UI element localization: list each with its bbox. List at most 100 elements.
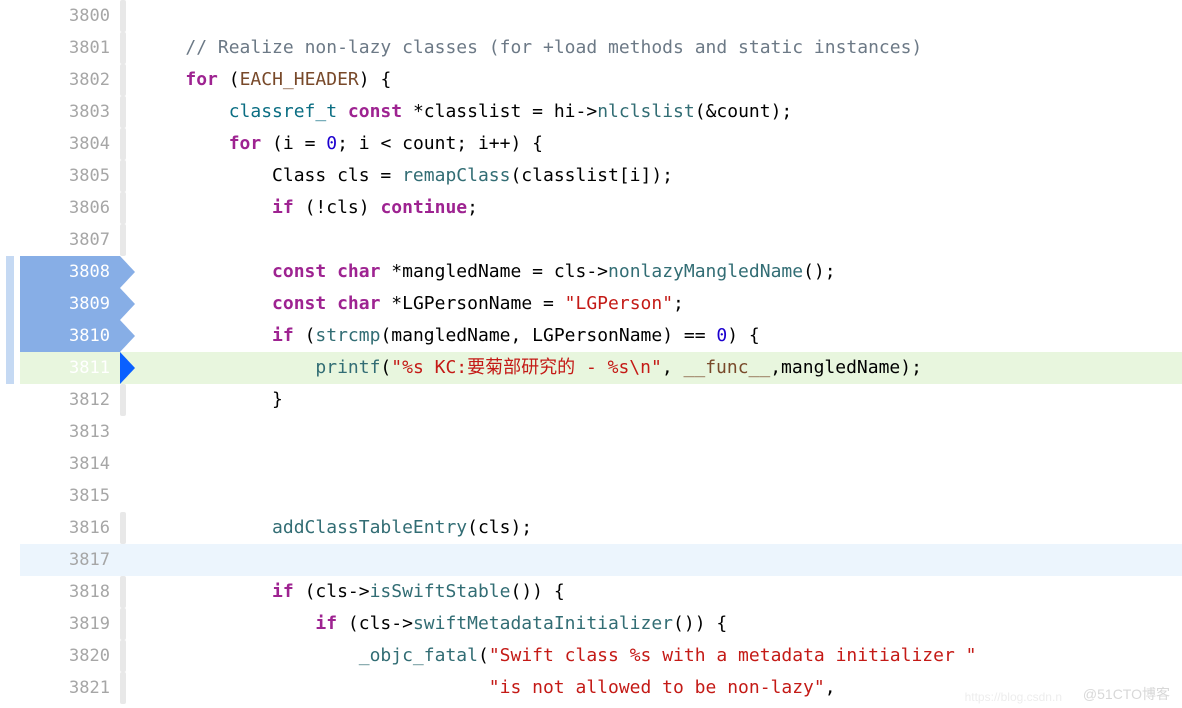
fold-ribbon[interactable] — [120, 512, 134, 544]
code-content[interactable]: classref_t const *classlist = hi->nlclsl… — [134, 96, 1182, 128]
change-bar — [0, 576, 20, 608]
code-content[interactable]: if (cls->swiftMetadataInitializer()) { — [134, 608, 1182, 640]
code-content[interactable] — [134, 480, 1182, 512]
change-bar — [0, 288, 20, 320]
code-content[interactable] — [134, 0, 1182, 32]
code-content[interactable]: for (i = 0; i < count; i++) { — [134, 128, 1182, 160]
code-content[interactable]: _objc_fatal("Swift class %s with a metad… — [134, 640, 1182, 672]
line-number[interactable]: 3814 — [20, 448, 120, 480]
watermark: @51CTO博客 — [1083, 684, 1170, 704]
code-line[interactable]: 3800 — [0, 0, 1182, 32]
code-line[interactable]: 3805 Class cls = remapClass(classlist[i]… — [0, 160, 1182, 192]
change-bar — [0, 96, 20, 128]
code-content[interactable]: } — [134, 384, 1182, 416]
fold-ribbon[interactable] — [120, 160, 134, 192]
code-line[interactable]: 3813 — [0, 416, 1182, 448]
change-bar — [0, 640, 20, 672]
code-content[interactable]: printf("%s KC:要菊部研究的 - %s\n", __func__,m… — [134, 352, 1182, 384]
fold-ribbon[interactable] — [120, 608, 134, 640]
code-line[interactable]: 3810 if (strcmp(mangledName, LGPersonNam… — [0, 320, 1182, 352]
change-bar — [0, 64, 20, 96]
line-number[interactable]: 3821 — [20, 672, 120, 704]
code-content[interactable]: if (!cls) continue; — [134, 192, 1182, 224]
line-number[interactable]: 3801 — [20, 32, 120, 64]
watermark-faint: https://blog.csdn.n — [965, 690, 1062, 704]
code-content[interactable]: for (EACH_HEADER) { — [134, 64, 1182, 96]
code-line[interactable]: 3817 — [0, 544, 1182, 576]
fold-ribbon[interactable] — [120, 416, 134, 448]
line-number[interactable]: 3812 — [20, 384, 120, 416]
code-content[interactable]: Class cls = remapClass(classlist[i]); — [134, 160, 1182, 192]
fold-ribbon[interactable] — [120, 640, 134, 672]
line-number[interactable]: 3816 — [20, 512, 120, 544]
code-line[interactable]: 3801 // Realize non-lazy classes (for +l… — [0, 32, 1182, 64]
change-bar — [0, 448, 20, 480]
change-bar — [0, 256, 20, 288]
code-line[interactable]: 3808 const char *mangledName = cls->nonl… — [0, 256, 1182, 288]
line-number[interactable]: 3807 — [20, 224, 120, 256]
line-number[interactable]: 3806 — [20, 192, 120, 224]
code-content[interactable] — [134, 416, 1182, 448]
change-bar — [0, 0, 20, 32]
line-number[interactable]: 3815 — [20, 480, 120, 512]
fold-ribbon[interactable] — [120, 544, 134, 576]
change-bar — [0, 224, 20, 256]
code-line[interactable]: 3814 — [0, 448, 1182, 480]
code-content[interactable]: const char *mangledName = cls->nonlazyMa… — [134, 256, 1182, 288]
line-number[interactable]: 3800 — [20, 0, 120, 32]
fold-ribbon[interactable] — [120, 64, 134, 96]
fold-ribbon[interactable] — [120, 128, 134, 160]
fold-ribbon[interactable] — [120, 96, 134, 128]
fold-ribbon[interactable] — [120, 448, 134, 480]
fold-ribbon[interactable] — [120, 224, 134, 256]
line-number[interactable]: 3819 — [20, 608, 120, 640]
fold-ribbon[interactable] — [120, 32, 134, 64]
change-bar — [0, 672, 20, 704]
line-number[interactable]: 3802 — [20, 64, 120, 96]
code-line[interactable]: 3803 classref_t const *classlist = hi->n… — [0, 96, 1182, 128]
line-number[interactable]: 3805 — [20, 160, 120, 192]
change-bar — [0, 384, 20, 416]
code-line[interactable]: 3809 const char *LGPersonName = "LGPerso… — [0, 288, 1182, 320]
code-line[interactable]: 3811 printf("%s KC:要菊部研究的 - %s\n", __fun… — [0, 352, 1182, 384]
fold-ribbon[interactable] — [120, 576, 134, 608]
code-line[interactable]: 3812 } — [0, 384, 1182, 416]
change-bar — [0, 160, 20, 192]
line-number[interactable]: 3820 — [20, 640, 120, 672]
change-bar — [0, 352, 20, 384]
code-line[interactable]: 3820 _objc_fatal("Swift class %s with a … — [0, 640, 1182, 672]
code-line[interactable]: 3807 — [0, 224, 1182, 256]
code-content[interactable]: if (strcmp(mangledName, LGPersonName) ==… — [134, 320, 1182, 352]
code-line[interactable]: 3815 — [0, 480, 1182, 512]
line-number[interactable]: 3809 — [20, 288, 120, 320]
line-number[interactable]: 3804 — [20, 128, 120, 160]
code-line[interactable]: 3818 if (cls->isSwiftStable()) { — [0, 576, 1182, 608]
line-number[interactable]: 3813 — [20, 416, 120, 448]
fold-ribbon[interactable] — [120, 480, 134, 512]
code-content[interactable]: const char *LGPersonName = "LGPerson"; — [134, 288, 1182, 320]
line-number[interactable]: 3811 — [20, 352, 120, 384]
line-number[interactable]: 3818 — [20, 576, 120, 608]
code-content[interactable]: if (cls->isSwiftStable()) { — [134, 576, 1182, 608]
code-line[interactable]: 3802 for (EACH_HEADER) { — [0, 64, 1182, 96]
code-line[interactable]: 3819 if (cls->swiftMetadataInitializer()… — [0, 608, 1182, 640]
change-bar — [0, 32, 20, 64]
line-number[interactable]: 3810 — [20, 320, 120, 352]
change-bar — [0, 512, 20, 544]
code-content[interactable]: // Realize non-lazy classes (for +load m… — [134, 32, 1182, 64]
code-line[interactable]: 3806 if (!cls) continue; — [0, 192, 1182, 224]
code-editor[interactable]: 38003801 // Realize non-lazy classes (fo… — [0, 0, 1182, 704]
fold-ribbon[interactable] — [120, 192, 134, 224]
line-number[interactable]: 3803 — [20, 96, 120, 128]
code-content[interactable] — [134, 544, 1182, 576]
code-content[interactable] — [134, 224, 1182, 256]
fold-ribbon[interactable] — [120, 672, 134, 704]
line-number[interactable]: 3817 — [20, 544, 120, 576]
line-number[interactable]: 3808 — [20, 256, 120, 288]
code-content[interactable] — [134, 448, 1182, 480]
fold-ribbon[interactable] — [120, 0, 134, 32]
fold-ribbon[interactable] — [120, 384, 134, 416]
code-line[interactable]: 3804 for (i = 0; i < count; i++) { — [0, 128, 1182, 160]
code-line[interactable]: 3816 addClassTableEntry(cls); — [0, 512, 1182, 544]
code-content[interactable]: addClassTableEntry(cls); — [134, 512, 1182, 544]
